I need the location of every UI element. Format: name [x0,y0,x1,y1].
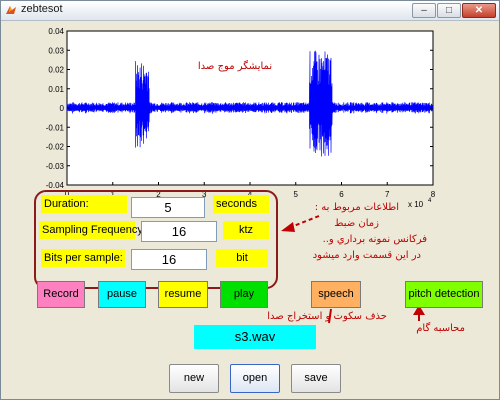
info-note-line4: در اين قسمت وارد ميشود [312,250,421,261]
speech-button[interactable]: speech [311,281,361,308]
client-area: 012345678 0.040.030.020.010-0.01-0.02-0.… [1,21,499,399]
info-arrow-head [281,222,295,232]
info-note-line2: زمان ضبط [334,218,379,229]
matlab-app-icon [6,6,16,14]
speech-note: حذف سکوت و استخراج صدا [267,311,387,322]
resume-button[interactable]: resume [158,281,208,308]
info-note-line3: فرکانس نمونه برداري و.. [322,234,427,245]
pause-button[interactable]: pause [98,281,146,308]
pitch-detection-button[interactable]: pitch detection [405,281,483,308]
pitch-note: محاسبه گام [416,323,465,334]
record-button[interactable]: Record [37,281,85,308]
title-bar: zebtesot – □ ✕ [1,1,499,21]
info-arrow-line [290,215,320,228]
new-button[interactable]: new [169,364,219,393]
app-window: zebtesot – □ ✕ 012345678 0.040.030.020.0… [0,0,500,400]
minimize-button[interactable]: – [412,3,436,18]
maximize-button[interactable]: □ [437,3,461,18]
play-button[interactable]: play [220,281,268,308]
filename-display: s3.wav [194,325,316,349]
close-button[interactable]: ✕ [462,3,496,18]
window-title: zebtesot [21,3,63,15]
save-button[interactable]: save [291,364,341,393]
info-note-line1: اطلاعات مربوط به : [314,202,399,213]
open-button[interactable]: open [230,364,280,393]
